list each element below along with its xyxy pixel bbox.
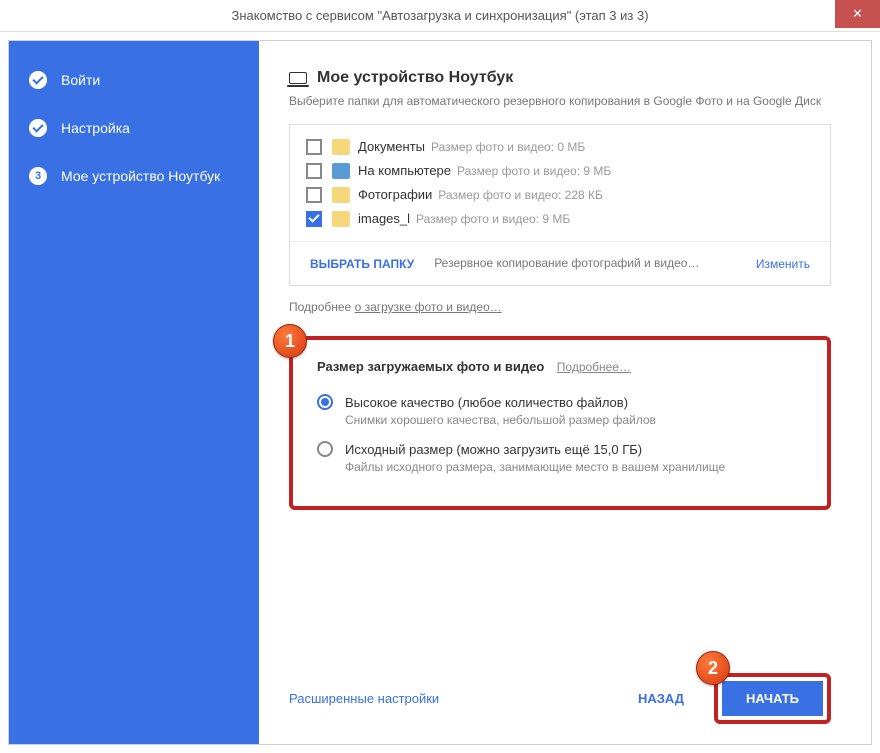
folder-checkbox[interactable] [306,163,322,179]
folder-size: Размер фото и видео: 0 МБ [431,140,585,154]
radio-label: Исходный размер (можно загрузить ещё 15,… [345,442,642,457]
folder-size: Размер фото и видео: 9 МБ [457,164,611,178]
start-button-highlight: 2 НАЧАТЬ [714,673,831,724]
folder-icon [332,187,350,203]
radio-input[interactable] [317,394,333,410]
folder-size: Размер фото и видео: 9 МБ [416,212,570,226]
step-icon: 3 [29,167,47,185]
device-header: Мое устройство Ноутбук [289,69,831,87]
close-icon: ✕ [852,6,863,22]
radio-desc: Файлы исходного размера, занимающие мест… [345,460,803,474]
choose-folder-button[interactable]: ВЫБРАТЬ ПАПКУ [310,257,414,271]
device-title: Мое устройство Ноутбук [317,69,513,87]
folder-size: Размер фото и видео: 228 КБ [438,188,603,202]
sidebar: Войти Настройка 3 Мое устройство Ноутбук [9,41,259,744]
radio-desc: Снимки хорошего качества, небольшой разм… [345,413,803,427]
back-button[interactable]: НАЗАД [638,691,684,706]
radio-option-original-size[interactable]: Исходный размер (можно загрузить ещё 15,… [317,441,803,474]
change-link[interactable]: Изменить [756,257,810,271]
folder-checkbox[interactable] [306,211,322,227]
folder-row[interactable]: Документы Размер фото и видео: 0 МБ [306,135,814,159]
check-icon [29,119,47,137]
folder-row[interactable]: Фотографии Размер фото и видео: 228 КБ [306,183,814,207]
folder-footer: ВЫБРАТЬ ПАПКУ Резервное копирование фото… [290,241,830,286]
annotation-badge-2: 2 [696,651,730,685]
radio-option-high-quality[interactable]: Высокое качество (любое количество файло… [317,394,803,427]
titlebar: Знакомство с сервисом "Автозагрузка и си… [0,0,880,32]
folder-list: Документы Размер фото и видео: 0 МБ На к… [290,125,830,241]
device-subtitle: Выберите папки для автоматического резер… [289,93,831,110]
folder-name: Документы [358,139,425,154]
radio-label: Высокое качество (любое количество файло… [345,395,628,410]
laptop-icon [289,72,307,84]
folder-box: Документы Размер фото и видео: 0 МБ На к… [289,124,831,287]
bottom-bar: Расширенные настройки НАЗАД 2 НАЧАТЬ [289,653,831,724]
more-info: Подробнее о загрузке фото и видео… [289,300,831,314]
advanced-settings-link[interactable]: Расширенные настройки [289,691,439,706]
quality-section: 1 Размер загружаемых фото и видео Подроб… [289,336,831,510]
sidebar-item-login[interactable]: Войти [29,71,239,89]
start-button[interactable]: НАЧАТЬ [722,681,823,716]
folder-row[interactable]: На компьютере Размер фото и видео: 9 МБ [306,159,814,183]
sidebar-item-settings[interactable]: Настройка [29,119,239,137]
sidebar-item-device[interactable]: 3 Мое устройство Ноутбук [29,167,239,185]
folder-name: На компьютере [358,163,451,178]
folder-row[interactable]: images_l Размер фото и видео: 9 МБ [306,207,814,231]
radio-group: Высокое качество (любое количество файло… [317,394,803,474]
quality-more-link[interactable]: Подробнее… [557,360,631,374]
quality-title: Размер загружаемых фото и видео [317,359,544,374]
annotation-badge-1: 1 [273,324,307,358]
folder-icon [332,139,350,155]
folder-checkbox[interactable] [306,187,322,203]
radio-input[interactable] [317,441,333,457]
backup-text: Резервное копирование фотографий и видео… [434,256,736,272]
more-info-link[interactable]: о загрузке фото и видео… [355,300,502,314]
folder-name: images_l [358,211,410,226]
sidebar-item-label: Войти [61,72,100,88]
check-icon [29,71,47,89]
sidebar-item-label: Настройка [61,120,130,136]
main-panel: Мое устройство Ноутбук Выберите папки дл… [259,41,871,744]
quality-header: Размер загружаемых фото и видео Подробне… [317,358,803,376]
folder-name: Фотографии [358,187,432,202]
close-button[interactable]: ✕ [835,0,880,28]
sidebar-item-label: Мое устройство Ноутбук [61,168,220,184]
folder-icon [332,211,350,227]
titlebar-text: Знакомство с сервисом "Автозагрузка и си… [231,8,648,23]
computer-icon [332,163,350,179]
folder-checkbox[interactable] [306,139,322,155]
